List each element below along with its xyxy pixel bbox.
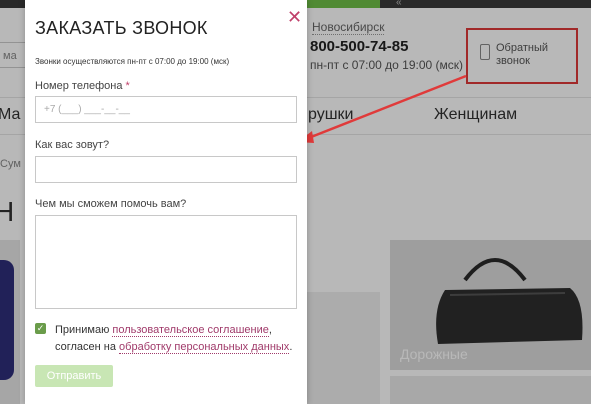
agree-checkbox[interactable]: ✓ [35, 323, 46, 334]
agree-suffix: . [289, 341, 293, 353]
name-label: Как вас зовут? [35, 139, 110, 151]
agree-text: Принимаю пользовательское соглашение, со… [55, 322, 295, 356]
phone-input[interactable]: +7 (___) ___-__-__ [35, 96, 297, 123]
agree-prefix: Принимаю [55, 324, 113, 336]
phone-label: Номер телефона * [35, 80, 130, 92]
personal-data-link[interactable]: обработку персональных данных [119, 341, 290, 354]
help-textarea[interactable] [35, 215, 297, 309]
name-input[interactable] [35, 156, 297, 183]
submit-button[interactable]: Отправить [35, 365, 113, 387]
close-icon[interactable]: ✕ [287, 8, 302, 26]
user-agreement-link[interactable]: пользовательское соглашение [112, 324, 269, 337]
modal-note: Звонки осуществляются пн-пт с 07:00 до 1… [35, 57, 230, 66]
required-mark: * [125, 80, 130, 92]
help-label: Чем мы сможем помочь вам? [35, 198, 187, 210]
phone-label-text: Номер телефона [35, 80, 123, 92]
callback-modal: ЗАКАЗАТЬ ЗВОНОК ✕ Звонки осуществляются … [25, 0, 307, 404]
modal-title: ЗАКАЗАТЬ ЗВОНОК [35, 18, 208, 38]
